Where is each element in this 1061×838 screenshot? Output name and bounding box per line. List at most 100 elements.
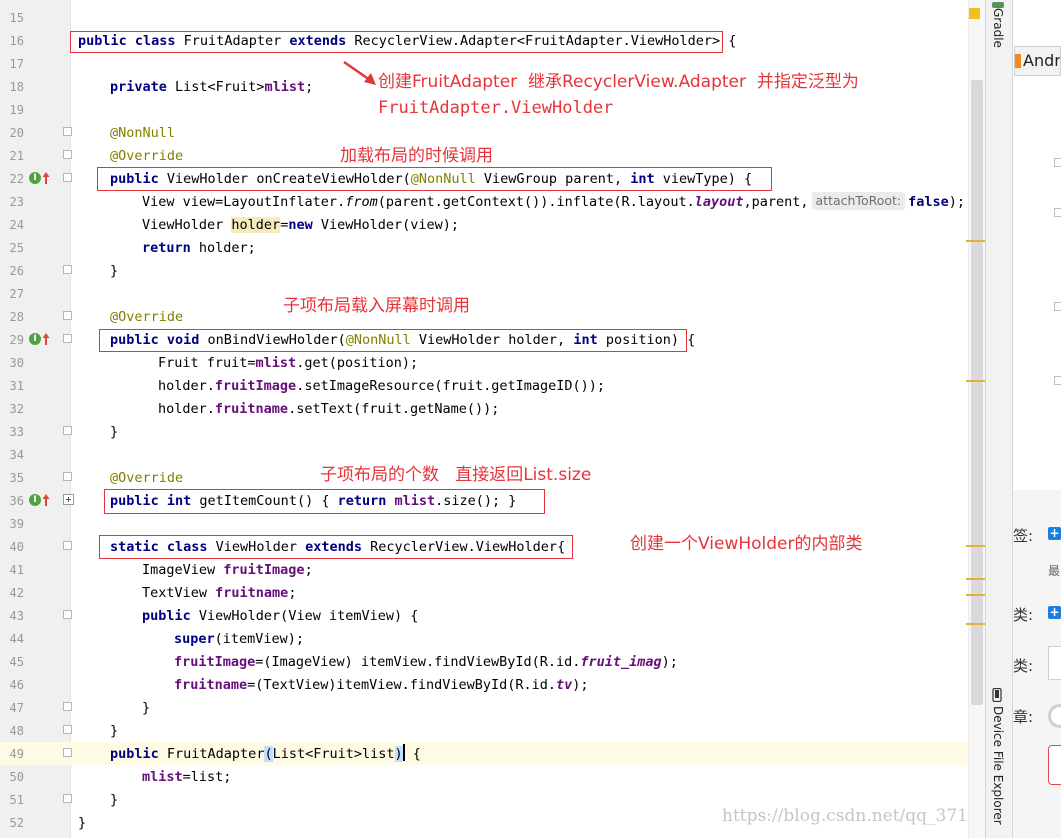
keyword: new — [288, 217, 313, 233]
annotation-text: @Override — [110, 470, 184, 486]
device-file-explorer-tab[interactable]: Device File Explorer — [991, 706, 1005, 825]
code-line-26[interactable]: } — [110, 260, 118, 283]
implements-method-icon[interactable]: I — [29, 333, 41, 345]
fold-marker[interactable] — [63, 725, 72, 734]
code-text: ,parent, — [743, 194, 809, 210]
tree-expander-icon[interactable] — [1054, 302, 1061, 311]
code-line-21[interactable]: @Override — [110, 145, 183, 168]
code-line-44[interactable]: super(itemView); — [174, 628, 304, 651]
scroll-marker[interactable] — [966, 380, 985, 382]
fold-marker[interactable] — [63, 541, 72, 550]
field-name: mlist — [142, 769, 183, 785]
fold-marker[interactable] — [63, 127, 72, 136]
line-number: 39 — [9, 517, 24, 531]
code-line-51[interactable]: } — [110, 789, 118, 812]
code-line-49[interactable]: public FruitAdapter(List<Fruit>list) { — [110, 743, 421, 766]
fold-marker[interactable] — [63, 426, 72, 435]
code-line-24[interactable]: ViewHolder holder=new ViewHolder(view); — [142, 214, 459, 237]
field-name: tv — [556, 677, 573, 693]
scroll-marker[interactable] — [966, 240, 985, 242]
browser-tab[interactable]: Andro — [1014, 46, 1061, 76]
implements-method-icon[interactable]: I — [29, 494, 41, 506]
code-line-20[interactable]: @NonNull — [110, 122, 175, 145]
fold-marker[interactable] — [63, 472, 72, 481]
code-line-32[interactable]: holder.fruitname.setText(fruit.getName()… — [158, 398, 499, 421]
line-number: 45 — [9, 655, 24, 669]
code-line-23[interactable]: View view=LayoutInflater.from(parent.get… — [142, 191, 965, 214]
code-line-43[interactable]: public ViewHolder(View itemView) { — [142, 605, 418, 628]
code-text: FruitAdapter — [158, 746, 265, 762]
code-line-28[interactable]: @Override — [110, 306, 183, 329]
line-number: 49 — [9, 747, 24, 761]
fold-marker[interactable] — [63, 748, 72, 757]
code-text: } — [110, 723, 119, 739]
code-text: ; — [305, 79, 314, 95]
code-text: } — [78, 815, 87, 831]
tree-expander-icon[interactable] — [1054, 158, 1061, 167]
line-number: 19 — [9, 103, 24, 117]
code-line-35[interactable]: @Override — [110, 467, 183, 490]
code-line-41[interactable]: ImageView fruitImage; — [142, 559, 313, 582]
add-category-button[interactable]: + — [1048, 606, 1061, 619]
annotation-note-onbind: 子项布局载入屏幕时调用 — [283, 296, 470, 316]
line-number: 34 — [9, 448, 24, 462]
fold-marker[interactable] — [63, 610, 72, 619]
publish-button[interactable] — [1048, 745, 1061, 785]
override-arrow-icon[interactable] — [42, 171, 50, 185]
code-line-50[interactable]: mlist=list; — [142, 766, 231, 789]
code-text: =(TextView)itemView.findViewById(R.id. — [247, 677, 557, 693]
browser-tab-title: Andro — [1023, 51, 1061, 70]
field-name: layout — [694, 194, 744, 210]
keyword: return — [142, 240, 191, 256]
editor-scrollbar-thumb[interactable] — [971, 80, 983, 705]
code-line-33[interactable]: } — [110, 421, 118, 444]
scroll-marker[interactable] — [966, 623, 985, 625]
field-name: fruitname — [214, 401, 289, 417]
code-line-47[interactable]: } — [142, 697, 150, 720]
code-line-45[interactable]: fruitImage=(ImageView) itemView.findView… — [174, 651, 678, 674]
code-text: ); — [661, 654, 678, 670]
code-line-30[interactable]: Fruit fruit=mlist.get(position); — [158, 352, 418, 375]
form-label: 章: — [1013, 708, 1034, 726]
override-arrow-icon[interactable] — [42, 493, 50, 507]
annotation-text: @Override — [110, 148, 184, 164]
field-name: fruit_imag — [580, 654, 662, 670]
line-number: 44 — [9, 632, 24, 646]
code-line-25[interactable]: return holder; — [142, 237, 256, 260]
gradle-tab[interactable]: Gradle — [991, 8, 1005, 48]
form-label: 类: — [1013, 606, 1034, 624]
annotation-note-oncreate: 加载布局的时候调用 — [340, 146, 493, 166]
fold-marker[interactable] — [63, 173, 72, 182]
code-editor[interactable]: 15 16 17 18 19 20 21 22 23 24 25 26 27 2… — [0, 0, 985, 838]
scroll-marker[interactable] — [966, 545, 985, 547]
override-arrow-icon[interactable] — [42, 332, 50, 346]
fold-marker[interactable] — [63, 150, 72, 159]
code-line-31[interactable]: holder.fruitImage.setImageResource(fruit… — [158, 375, 605, 398]
code-line-52[interactable]: } — [78, 812, 86, 835]
code-line-46[interactable]: fruitname=(TextView)itemView.findViewByI… — [174, 674, 589, 697]
code-line-42[interactable]: TextView fruitname; — [142, 582, 296, 605]
code-line-48[interactable]: } — [110, 720, 118, 743]
fold-marker[interactable] — [63, 702, 72, 711]
code-line-18[interactable]: private List<Fruit>mlist; — [110, 76, 313, 99]
warning-indicator-icon[interactable] — [969, 8, 980, 19]
fold-marker[interactable] — [63, 265, 72, 274]
expand-fold-icon[interactable] — [63, 494, 74, 505]
form-label: 类: — [1013, 657, 1034, 675]
code-text: ViewHolder(View itemView) { — [190, 608, 419, 624]
category-select[interactable] — [1048, 646, 1061, 680]
fold-marker[interactable] — [63, 334, 72, 343]
scroll-marker[interactable] — [966, 594, 985, 596]
implements-method-icon[interactable]: I — [29, 172, 41, 184]
scroll-marker[interactable] — [966, 578, 985, 580]
red-arrow-icon — [343, 60, 376, 85]
fold-marker[interactable] — [63, 794, 72, 803]
keyword: public — [142, 608, 191, 624]
tree-expander-icon[interactable] — [1054, 376, 1061, 385]
tree-expander-icon[interactable] — [1054, 208, 1061, 217]
add-tag-button[interactable]: + — [1048, 527, 1061, 540]
code-text: ViewHolder(view); — [312, 217, 460, 233]
fold-marker[interactable] — [63, 311, 72, 320]
line-number: 27 — [9, 287, 24, 301]
code-text: ; — [288, 585, 297, 601]
